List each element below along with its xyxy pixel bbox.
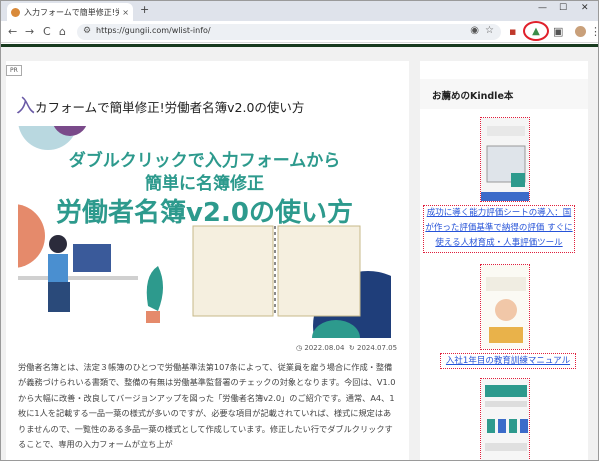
browser-tab[interactable]: 入力フォームで簡単修正!労働者名 ×: [7, 3, 133, 21]
bookmark-star-icon[interactable]: ☆: [485, 25, 494, 36]
extension-leaf-icon: ▲: [532, 25, 540, 37]
browser-menu-icon[interactable]: ⋮: [590, 25, 598, 38]
title-initial: 入: [16, 95, 36, 117]
hero-image: ダブルクリックで入力フォームから 簡単に名簿修正 労働者名簿v2.0の使い方: [18, 126, 391, 338]
book-cover-art: [481, 265, 529, 349]
hero-heading-line1: ダブルクリックで入力フォームから: [68, 151, 341, 171]
book-cover-art: [481, 379, 529, 460]
book-cover-1[interactable]: [480, 117, 530, 202]
sidebar-heading: お薦めのKindle本: [420, 79, 588, 109]
title-text: カフォームで簡単修正!労働者名簿v2.0の使い方: [35, 100, 305, 115]
browser-window: 入力フォームで簡単修正!労働者名 × + — ☐ ✕ ← → C ⌂ ⚙ htt…: [0, 0, 599, 461]
tab-bar: 入力フォームで簡単修正!労働者名 × + — ☐ ✕: [1, 1, 598, 21]
update-icon: ↻: [348, 344, 355, 352]
book-cover-2[interactable]: [480, 264, 530, 350]
profile-avatar[interactable]: [575, 26, 586, 37]
clock-icon: ◷: [296, 344, 303, 352]
page-content: PR 入カフォームで簡単修正!労働者名簿v2.0の使い方 ダブルクリックで入力フ…: [1, 47, 598, 460]
tab-close-icon[interactable]: ×: [122, 8, 129, 17]
extension-puzzle-icon[interactable]: ▪: [509, 25, 516, 38]
page-title: 入カフォームで簡単修正!労働者名簿v2.0の使い方: [16, 91, 406, 118]
window-close-button[interactable]: ✕: [581, 3, 589, 13]
sidebar: お薦めのKindle本 成功に導く能力評価シートの導入：国が作った評価基準で納得…: [420, 61, 588, 460]
pr-badge: PR: [6, 65, 22, 76]
forward-button[interactable]: →: [25, 25, 34, 38]
tab-title: 入力フォームで簡単修正!労働者名: [24, 7, 119, 17]
article-card: PR 入カフォームで簡単修正!労働者名簿v2.0の使い方 ダブルクリックで入力フ…: [6, 61, 409, 460]
extensions-menu-icon[interactable]: ▣: [553, 25, 563, 38]
post-dates: ◷ 2022.08.04 ↻ 2024.07.05: [296, 344, 397, 352]
hero-heading-main: 労働者名簿v2.0の使い方: [55, 198, 353, 228]
toolbar: ← → C ⌂ ⚙ https://gungii.com/wlist-info/…: [1, 21, 598, 43]
site-favicon-icon: [11, 7, 20, 17]
book-cover-art: [481, 118, 529, 201]
back-button[interactable]: ←: [8, 25, 17, 38]
hero-heading-line2: 簡単に名簿修正: [145, 174, 264, 194]
highlighted-extension-button[interactable]: ▲: [523, 21, 549, 41]
article-body: 労働者名簿とは、法定３帳簿のひとつで労働基準法第107条によって、従業員を雇う場…: [18, 362, 396, 450]
updated-date: 2024.07.05: [357, 344, 398, 352]
published-date: 2022.08.04: [304, 344, 345, 352]
book-cover-3[interactable]: [480, 378, 530, 460]
address-bar[interactable]: ⚙ https://gungii.com/wlist-info/ ◉ ☆: [77, 24, 501, 40]
site-info-icon[interactable]: ⚙: [83, 26, 91, 36]
minimize-button[interactable]: —: [538, 3, 547, 13]
new-tab-button[interactable]: +: [140, 3, 149, 16]
home-button[interactable]: ⌂: [59, 25, 66, 38]
book-link-2[interactable]: 入社1年目の教育訓練マニュアル: [440, 353, 576, 369]
reload-button[interactable]: C: [43, 25, 51, 38]
maximize-button[interactable]: ☐: [559, 3, 567, 13]
tracking-eye-icon[interactable]: ◉: [470, 25, 479, 36]
book-link-1[interactable]: 成功に導く能力評価シートの導入：国が作った評価基準で納得の評価 すぐに使える人材…: [423, 205, 575, 253]
url-text[interactable]: https://gungii.com/wlist-info/: [96, 26, 211, 35]
